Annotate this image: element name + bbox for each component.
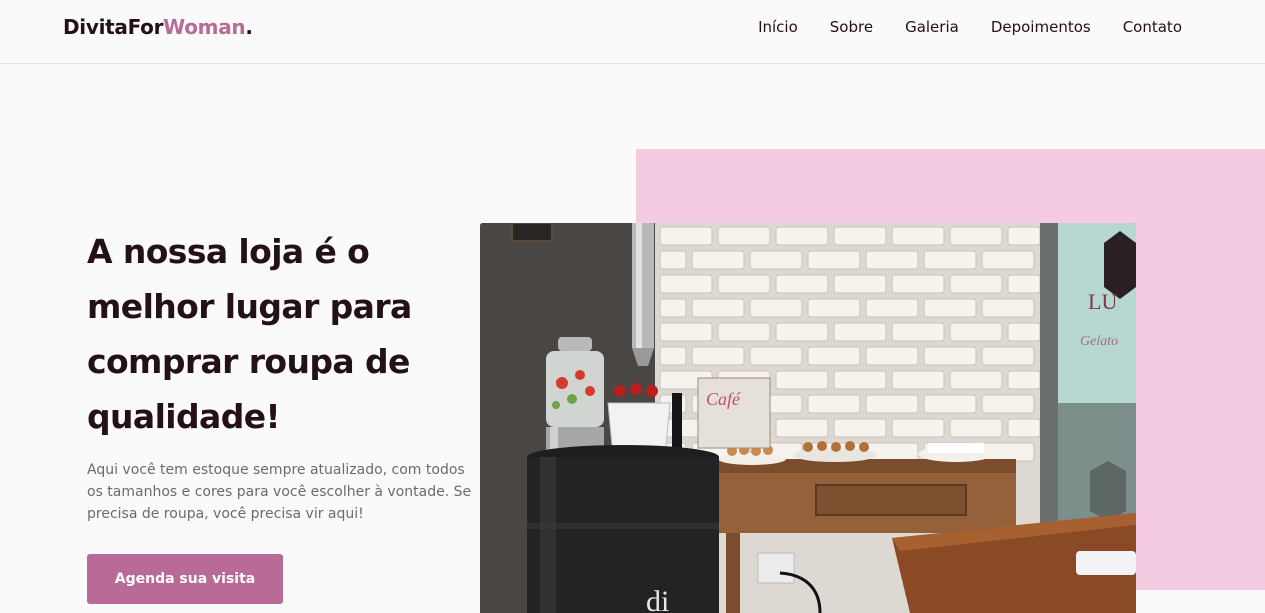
schedule-visit-button[interactable]: Agenda sua visita [87,554,283,604]
logo-text-accent: Woman [163,15,246,39]
svg-text:di: di [646,585,669,613]
hero-description: Aqui você tem estoque sempre atualizado,… [87,462,472,522]
svg-text:Gelato: Gelato [1080,334,1118,349]
main-nav: Início Sobre Galeria Depoimentos Contato [758,18,1182,36]
hero-title: A nossa loja é o melhor lugar para compr… [87,232,412,436]
svg-text:LU: LU [1088,289,1117,314]
nav-link-contato[interactable]: Contato [1123,18,1182,36]
site-logo[interactable]: DivitaForWoman. [63,15,253,39]
svg-text:Café: Café [706,389,741,409]
nav-link-sobre[interactable]: Sobre [830,18,873,36]
logo-dot: . [245,15,253,39]
nav-link-inicio[interactable]: Início [758,18,798,36]
site-header: DivitaForWoman. Início Sobre Galeria Dep… [0,0,1265,64]
logo-text-part1: DivitaFor [63,15,164,39]
nav-link-depoimentos[interactable]: Depoimentos [991,18,1091,36]
nav-link-galeria[interactable]: Galeria [905,18,959,36]
store-photo: LU Gelato Café di [480,223,1136,613]
